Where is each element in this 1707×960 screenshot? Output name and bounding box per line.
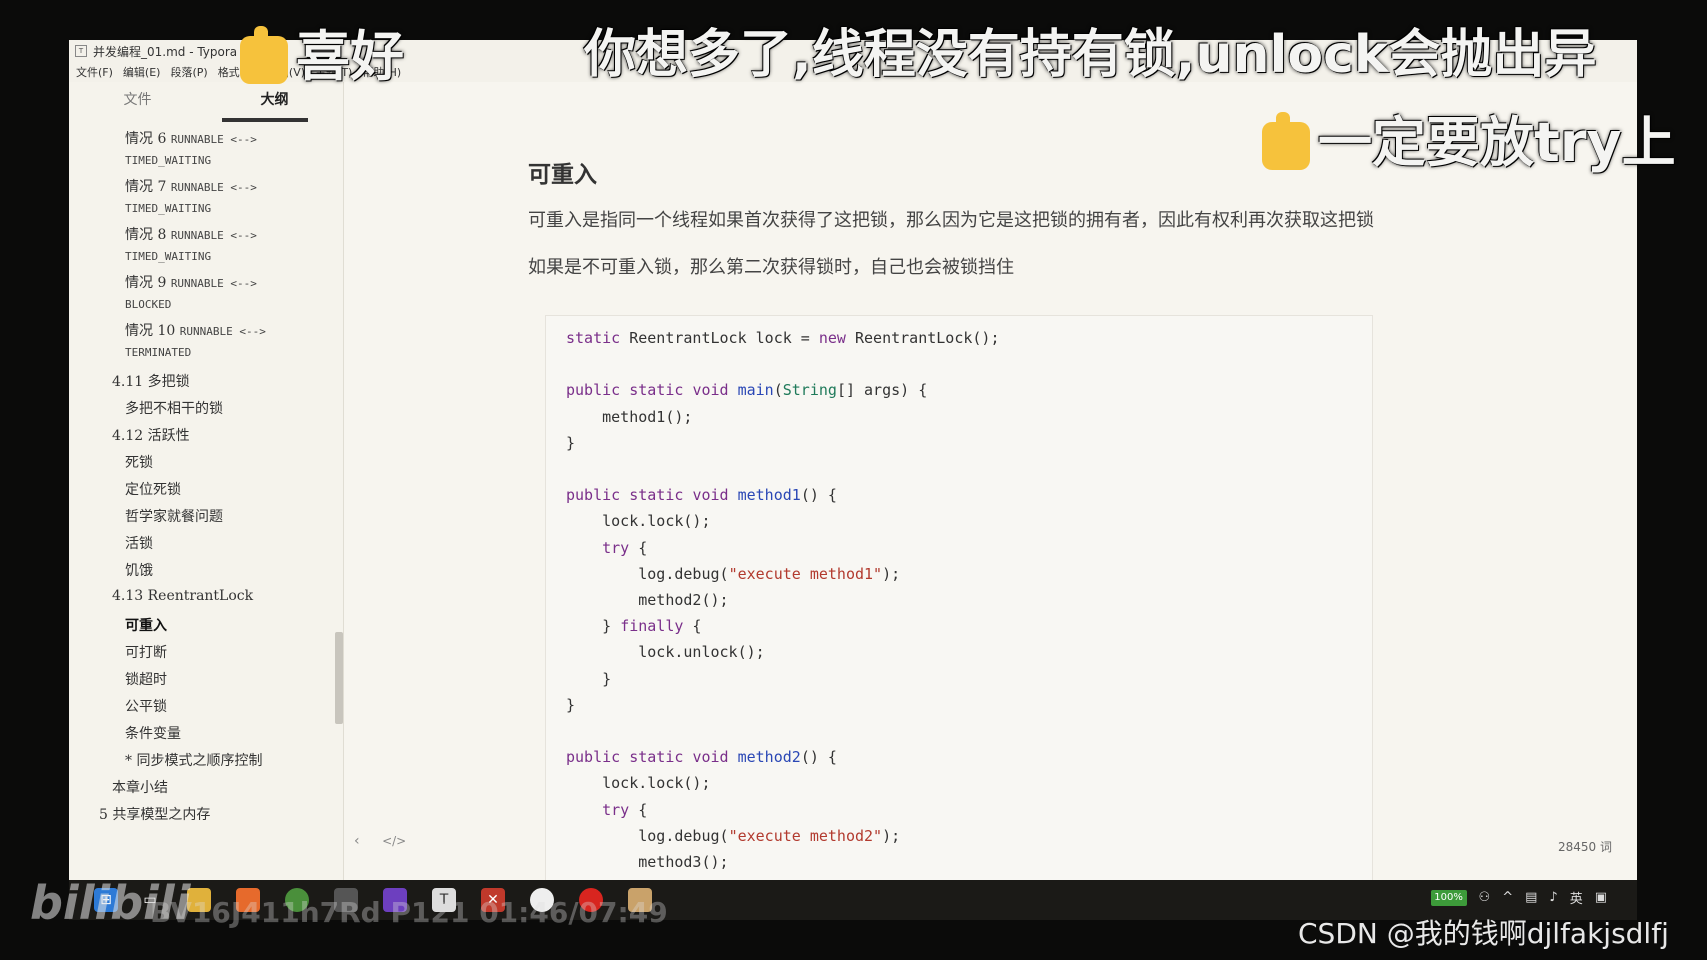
footer-controls: ‹ </> [354, 833, 406, 849]
notification-icon[interactable]: ▣ [1595, 890, 1607, 905]
outline-item[interactable]: 活锁 [125, 533, 153, 553]
sidebar: 文件 大纲 情况 6 RUNNABLE <--> TIMED_WAITING 情况 … [69, 82, 344, 880]
outline-item[interactable]: 条件变量 [125, 723, 181, 743]
danmaku-comment-2: 你想多了,线程没有持有锁,unlock会抛出异 [584, 25, 1597, 85]
thumbs-up-icon [1262, 112, 1310, 171]
outline-item[interactable]: 5 共享模型之内存 [99, 804, 210, 824]
danmaku-comment-3: 一定要放try上 [1262, 98, 1676, 177]
outline-item[interactable]: * 同步模式之顺序控制 [125, 750, 262, 770]
outline-item[interactable]: 4.11 多把锁 [112, 371, 190, 391]
outline-item[interactable]: 定位死锁 [125, 479, 181, 499]
toggle-sidebar-icon[interactable]: ‹ [354, 833, 360, 849]
outline-item[interactable]: 饥饿 [125, 560, 153, 580]
code-content: static ReentrantLock lock = new Reentran… [566, 329, 1000, 880]
section-heading: 可重入 [528, 162, 597, 188]
outline-item[interactable]: 锁超时 [125, 669, 167, 689]
outline-item[interactable]: 哲学家就餐问题 [125, 506, 223, 526]
battery-icon[interactable]: 100% [1430, 889, 1467, 906]
outline-item[interactable]: 情况 9 RUNNABLE <--> BLOCKED [125, 272, 257, 311]
source-mode-icon[interactable]: </> [382, 834, 406, 848]
outline-list: 情况 6 RUNNABLE <--> TIMED_WAITING 情况 7 RUNN… [69, 128, 343, 868]
word-count[interactable]: 28450 词 [1558, 838, 1612, 855]
outline-item[interactable]: 4.13 ReentrantLock [112, 588, 253, 604]
window-title: 并发编程_01.md - Typora [93, 44, 238, 59]
tab-files[interactable]: 文件 [69, 82, 206, 122]
volume-icon[interactable]: ♪ [1549, 890, 1557, 905]
outline-item[interactable]: 多把不相干的锁 [125, 398, 223, 418]
typora-app-icon: T [75, 45, 87, 57]
tray-expand-icon[interactable]: ^ [1502, 890, 1513, 905]
paragraph-2: 如果是不可重入锁，那么第二次获得锁时，自己也会被锁挡住 [528, 257, 1014, 278]
system-tray: 100% ⚇ ^ ▤ ♪ 英 ▣ [1430, 888, 1607, 907]
input-language[interactable]: 英 [1570, 888, 1583, 907]
code-block[interactable]: static ReentrantLock lock = new Reentran… [545, 315, 1373, 880]
outline-item[interactable]: 死锁 [125, 452, 153, 472]
menu-paragraph[interactable]: 段落(P) [170, 64, 207, 80]
outline-item[interactable]: 4.12 活跃性 [112, 425, 190, 445]
video-info: BV16J411h7Rd P121 01:46/07:49 [150, 896, 668, 929]
csdn-watermark: CSDN @我的钱啊djlfakjsdlfj [1298, 917, 1669, 950]
people-icon[interactable]: ⚇ [1479, 890, 1491, 905]
network-icon[interactable]: ▤ [1525, 890, 1537, 905]
danmaku-comment-1: 喜好 [240, 12, 404, 91]
active-tab-indicator [222, 118, 308, 122]
menu-file[interactable]: 文件(F) [76, 64, 113, 80]
menu-edit[interactable]: 编辑(E) [123, 64, 161, 80]
editor-pane[interactable]: 可重入 可重入是指同一个线程如果首次获得了这把锁，那么因为它是这把锁的拥有者，因… [344, 82, 1637, 880]
outline-item[interactable]: 情况 6 RUNNABLE <--> TIMED_WAITING [125, 128, 257, 167]
outline-item[interactable]: 情况 7 RUNNABLE <--> TIMED_WAITING [125, 176, 257, 215]
outline-item[interactable]: 本章小结 [112, 777, 168, 797]
paragraph-1: 可重入是指同一个线程如果首次获得了这把锁，那么因为它是这把锁的拥有者，因此有权利… [528, 210, 1374, 231]
sidebar-scrollbar[interactable] [335, 632, 343, 724]
outline-item[interactable]: 情况 10 RUNNABLE <--> TERMINATED [125, 320, 266, 359]
outline-item[interactable]: 可打断 [125, 642, 167, 662]
thumbs-up-icon [240, 26, 288, 85]
outline-item[interactable]: 情况 8 RUNNABLE <--> TIMED_WAITING [125, 224, 257, 263]
outline-item[interactable]: 可重入 [125, 615, 167, 635]
outline-item[interactable]: 公平锁 [125, 696, 167, 716]
